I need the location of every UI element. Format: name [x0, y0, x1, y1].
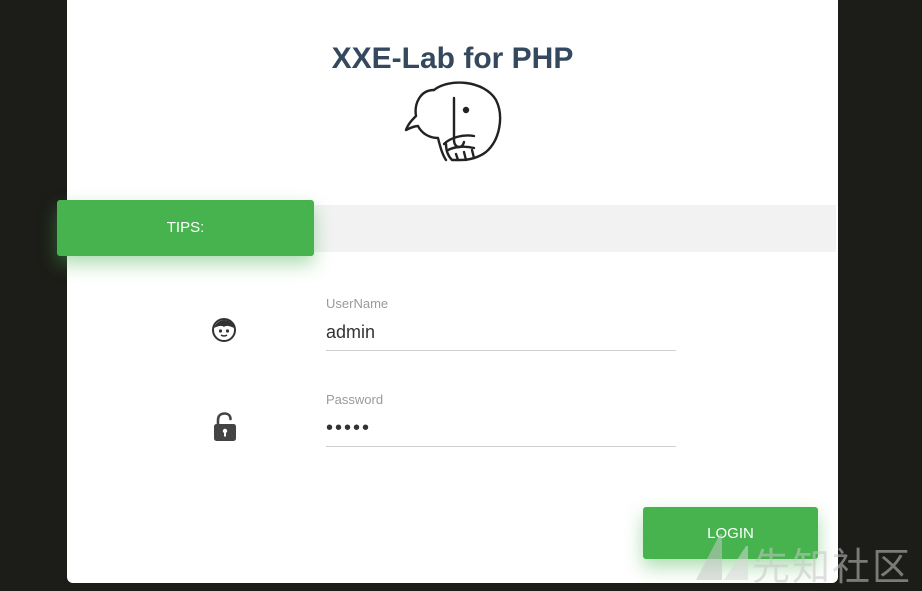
elephant-logo-icon	[404, 81, 502, 162]
password-input[interactable]	[326, 410, 676, 447]
login-card: XXE-Lab for PHP UserName Password	[67, 0, 838, 583]
xianzhi-logo-icon	[696, 534, 748, 580]
watermark: 先知社区	[692, 530, 910, 589]
username-input[interactable]	[326, 314, 676, 351]
user-face-icon	[212, 318, 236, 342]
unlocked-padlock-icon	[214, 412, 236, 441]
tips-tab[interactable]: TIPS:	[57, 200, 314, 256]
watermark-text: 先知社区	[752, 545, 913, 589]
password-field: Password	[326, 392, 676, 447]
username-label: UserName	[326, 296, 389, 311]
username-field: UserName	[326, 296, 676, 351]
password-label: Password	[326, 392, 384, 407]
page-title: XXE-Lab for PHP	[331, 42, 574, 75]
